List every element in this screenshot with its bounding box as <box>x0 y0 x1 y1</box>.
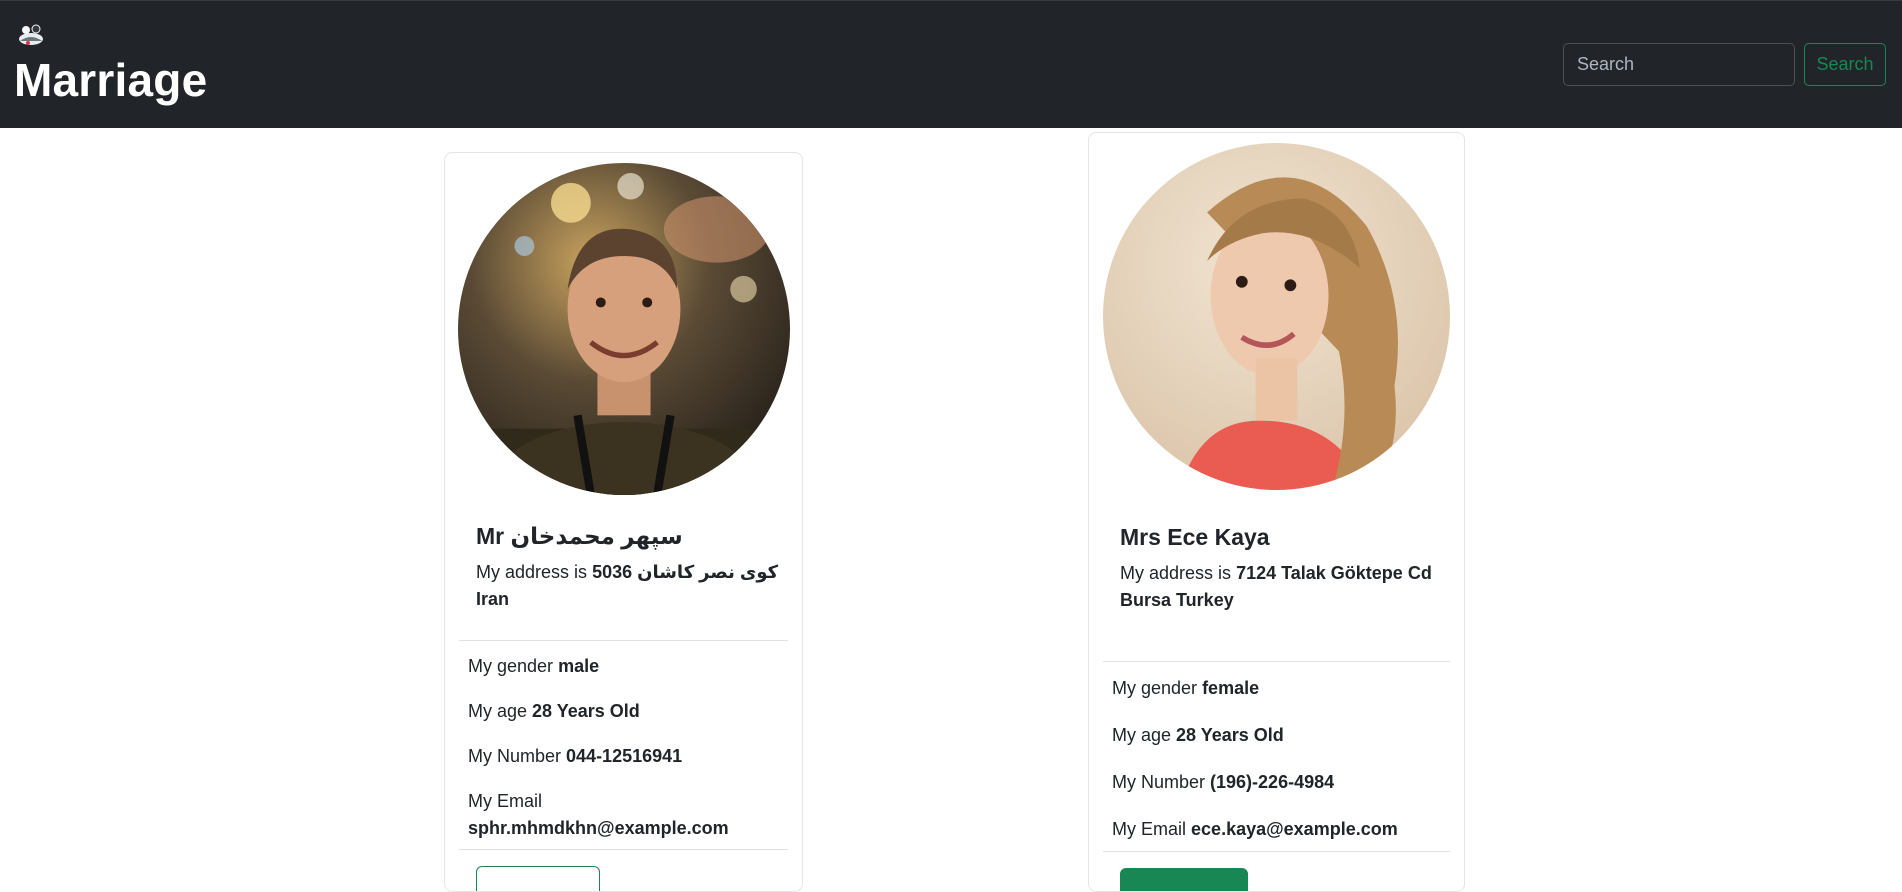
profile-card: Mr سپهر محمدخان My address is 5036 کوی ن… <box>444 152 803 892</box>
brand-title[interactable]: Marriage <box>14 49 207 111</box>
couple-logo-icon[interactable] <box>14 21 48 49</box>
profile-address: My address is 5036 کوی نصر کاشان Iran <box>476 562 779 609</box>
number-item: My Number (196)-226-4984 <box>1112 772 1335 792</box>
search-form: Search <box>1563 43 1886 86</box>
number-item: My Number 044-12516941 <box>468 746 683 766</box>
profile-details-list: My gender female My age 28 Years Old My … <box>1103 661 1450 850</box>
gender-item: My gender male <box>468 656 600 676</box>
profile-photo <box>1103 143 1450 490</box>
age-item: My age 28 Years Old <box>1112 725 1284 745</box>
card-action-button[interactable] <box>476 866 600 891</box>
card-body: Mrs Ece Kaya My address is 7124 Talak Gö… <box>1120 522 1444 614</box>
divider <box>1103 851 1450 852</box>
gender-item: My gender female <box>1112 678 1260 698</box>
profile-card: Mrs Ece Kaya My address is 7124 Talak Gö… <box>1088 132 1465 892</box>
profile-name: Mrs Ece Kaya <box>1120 524 1270 550</box>
profile-name: Mr سپهر محمدخان <box>476 523 683 549</box>
profile-address: My address is 7124 Talak Göktepe Cd Burs… <box>1120 563 1432 610</box>
search-input[interactable] <box>1563 43 1795 86</box>
profile-photo <box>458 163 790 495</box>
divider <box>459 849 788 850</box>
search-button[interactable]: Search <box>1804 43 1886 86</box>
email-item: My Email sphr.mhmdkhn@example.com <box>468 791 729 838</box>
age-item: My age 28 Years Old <box>468 701 640 721</box>
email-item: My Email ece.kaya@example.com <box>1112 819 1398 839</box>
card-body: Mr سپهر محمدخان My address is 5036 کوی ن… <box>476 521 782 613</box>
profile-details-list: My gender male My age 28 Years Old My Nu… <box>459 640 788 856</box>
top-navbar: Marriage Search <box>0 0 1902 128</box>
